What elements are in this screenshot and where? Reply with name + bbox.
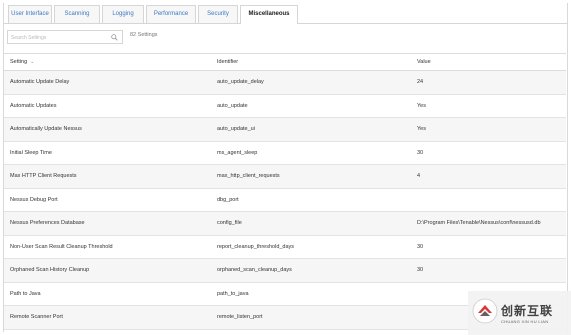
setting-identifier: max_http_client_requests xyxy=(217,173,280,179)
header-value[interactable]: Value xyxy=(417,59,431,65)
setting-identifier: config_file xyxy=(217,220,242,226)
setting-identifier: orphaned_scan_cleanup_days xyxy=(217,267,292,273)
watermark: 创新互联 CHUANG XIN HU LIAN xyxy=(468,291,571,335)
table-row[interactable]: Max HTTP Client Requests max_http_client_… xyxy=(4,165,566,189)
settings-count: 82 Settings xyxy=(130,32,158,38)
table-row[interactable]: Automatic Update Delay auto_update_delay 2… xyxy=(4,71,566,95)
brand-logo-icon xyxy=(472,298,498,324)
setting-identifier: report_cleanup_threshold_days xyxy=(217,243,295,250)
setting-value: 30 xyxy=(417,243,424,250)
table-row[interactable]: Orphaned Scan History Cleanup orphaned_sc… xyxy=(4,259,566,283)
setting-value: Yes xyxy=(417,102,426,109)
setting-identifier: remote_listen_port xyxy=(217,314,263,320)
tab-logging[interactable]: Logging xyxy=(102,5,144,23)
tab-bar: User Interface Scanning Logging Performa… xyxy=(4,3,567,24)
setting-name: Max HTTP Client Requests xyxy=(10,173,77,179)
setting-identifier: auto_update_delay xyxy=(217,79,264,85)
setting-identifier: ms_agent_sleep xyxy=(217,149,258,156)
setting-name: Automatically Update Nessus xyxy=(10,126,82,132)
watermark-subtext: CHUANG XIN HU LIAN xyxy=(501,319,549,324)
setting-identifier: auto_update xyxy=(217,102,248,109)
table-row[interactable]: Non-User Scan Result Cleanup Threshold re… xyxy=(4,236,566,259)
table-header: Setting ⌄ Identifier Value xyxy=(4,53,566,71)
setting-name: Path to Java xyxy=(10,290,41,297)
setting-name: Non-User Scan Result Cleanup Threshold xyxy=(10,243,113,250)
watermark-text: 创新互联 xyxy=(501,304,554,318)
setting-name: Orphaned Scan History Cleanup xyxy=(10,267,90,273)
search-icon[interactable] xyxy=(111,34,118,41)
setting-value: Yes xyxy=(417,126,426,132)
setting-value: 30 xyxy=(417,149,424,156)
table-row[interactable]: Automatic Updates auto_update Yes xyxy=(4,95,566,118)
header-setting[interactable]: Setting ⌄ xyxy=(10,59,34,65)
tab-scanning[interactable]: Scanning xyxy=(54,5,100,23)
sort-icon: ⌄ xyxy=(30,59,35,65)
setting-identifier: path_to_java xyxy=(217,290,249,297)
setting-identifier: auto_update_ui xyxy=(217,126,255,132)
setting-value: 30 xyxy=(417,267,424,273)
search-input[interactable] xyxy=(11,33,106,42)
tab-security[interactable]: Security xyxy=(198,5,238,23)
setting-name: Nessus Preferences Database xyxy=(10,220,85,226)
settings-panel: User Interface Scanning Logging Performa… xyxy=(3,3,568,332)
setting-name: Initial Sleep Time xyxy=(10,149,52,156)
setting-identifier: dbg_port xyxy=(217,196,239,203)
setting-value: D:\Program Files\Tenable\Nessus\conf\nes… xyxy=(417,220,541,226)
setting-value: 24 xyxy=(417,79,424,85)
table-row[interactable]: Initial Sleep Time ms_agent_sleep 30 xyxy=(4,142,566,165)
table-row[interactable]: Nessus Preferences Database config_file D:… xyxy=(4,212,566,236)
table-row[interactable]: Automatically Update Nessus auto_update_u… xyxy=(4,118,566,142)
header-identifier[interactable]: Identifier xyxy=(217,59,238,65)
setting-name: Nessus Debug Port xyxy=(10,196,58,203)
tab-user-interface[interactable]: User Interface xyxy=(8,5,52,23)
table-row[interactable]: Nessus Debug Port dbg_port xyxy=(4,189,566,212)
setting-value: 4 xyxy=(417,173,421,179)
tab-miscellaneous[interactable]: Miscellaneous xyxy=(240,5,298,24)
setting-name: Remote Scanner Port xyxy=(10,314,63,320)
tab-performance[interactable]: Performance xyxy=(146,5,196,23)
setting-name: Automatic Updates xyxy=(10,102,57,109)
settings-table: Setting ⌄ Identifier Value Automatic Upda… xyxy=(4,53,566,330)
search-box[interactable] xyxy=(7,30,123,44)
setting-name: Automatic Update Delay xyxy=(10,79,70,85)
